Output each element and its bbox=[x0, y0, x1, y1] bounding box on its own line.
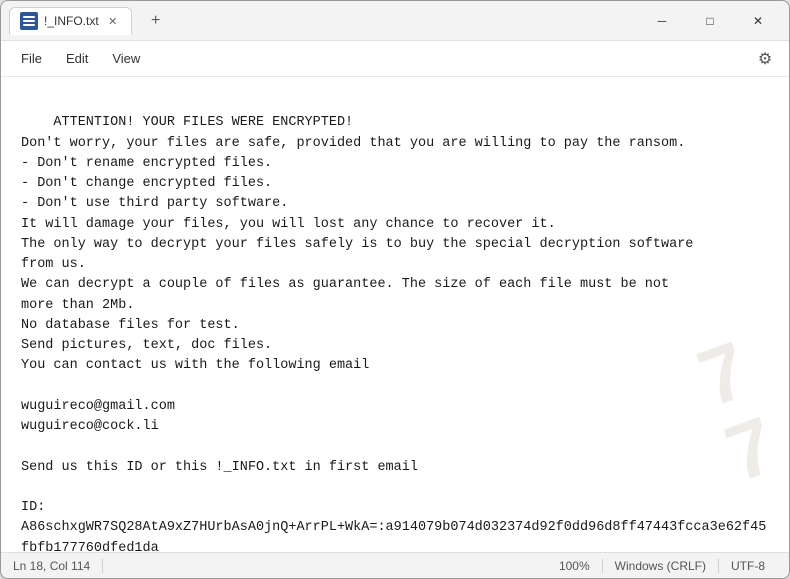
minimize-button[interactable]: ─ bbox=[639, 5, 685, 37]
new-tab-button[interactable]: + bbox=[142, 7, 170, 35]
status-bar: Ln 18, Col 114 100% Windows (CRLF) UTF-8 bbox=[1, 552, 789, 578]
menu-file[interactable]: File bbox=[9, 47, 54, 70]
menu-bar-right: ⚙ bbox=[749, 43, 781, 75]
tab-close-button[interactable]: ✕ bbox=[105, 13, 121, 29]
title-bar-left: !_INFO.txt ✕ + bbox=[9, 7, 639, 35]
settings-icon[interactable]: ⚙ bbox=[749, 43, 781, 75]
window-controls: ─ □ ✕ bbox=[639, 5, 781, 37]
cursor-position: Ln 18, Col 114 bbox=[13, 559, 103, 573]
zoom-level: 100% bbox=[559, 559, 603, 573]
active-tab[interactable]: !_INFO.txt ✕ bbox=[9, 7, 132, 35]
line-ending: Windows (CRLF) bbox=[603, 559, 719, 573]
icon-line-2 bbox=[23, 20, 35, 22]
title-bar: !_INFO.txt ✕ + ─ □ ✕ bbox=[1, 1, 789, 41]
menu-view[interactable]: View bbox=[100, 47, 152, 70]
ransom-note-text: ATTENTION! YOUR FILES WERE ENCRYPTED! Do… bbox=[21, 115, 766, 552]
status-right: 100% Windows (CRLF) UTF-8 bbox=[559, 559, 777, 573]
maximize-button[interactable]: □ bbox=[687, 5, 733, 37]
close-button[interactable]: ✕ bbox=[735, 5, 781, 37]
menu-bar: File Edit View ⚙ bbox=[1, 41, 789, 77]
file-icon bbox=[20, 12, 38, 30]
icon-line-1 bbox=[23, 16, 35, 18]
icon-lines bbox=[23, 16, 35, 26]
icon-line-3 bbox=[23, 24, 35, 26]
text-editor-content[interactable]: ATTENTION! YOUR FILES WERE ENCRYPTED! Do… bbox=[1, 77, 789, 552]
tab-title: !_INFO.txt bbox=[44, 14, 99, 28]
watermark: 77 bbox=[688, 329, 785, 495]
encoding: UTF-8 bbox=[719, 559, 777, 573]
menu-edit[interactable]: Edit bbox=[54, 47, 100, 70]
main-window: !_INFO.txt ✕ + ─ □ ✕ File Edit View ⚙ AT… bbox=[0, 0, 790, 579]
